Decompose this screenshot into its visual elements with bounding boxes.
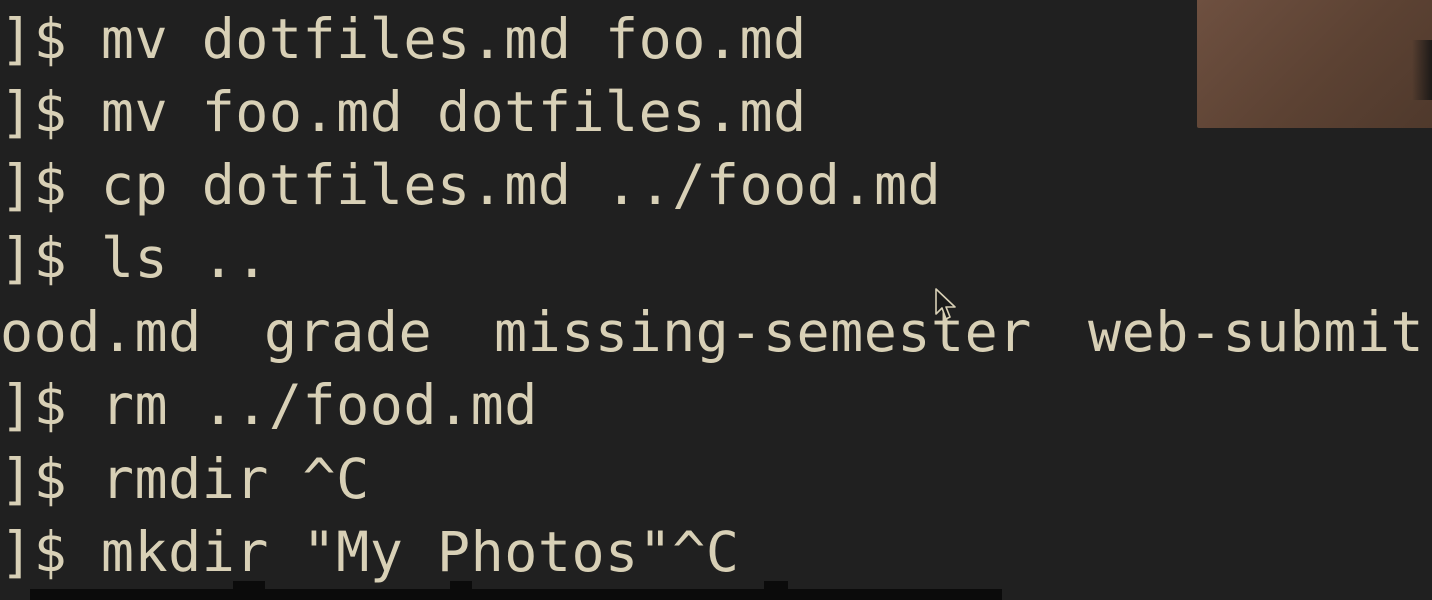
- terminal-line: ]$ mkdir "My Photos"^C: [0, 516, 740, 588]
- mouse-pointer-icon: [935, 288, 956, 320]
- terminal-line: ]$ cp dotfiles.md ../food.md: [0, 149, 941, 221]
- prompt-symbol: ]$: [0, 226, 68, 290]
- prompt-symbol: ]$: [0, 373, 68, 437]
- prompt-symbol: ]$: [0, 80, 68, 144]
- ls-output-item: web-submit: [1088, 300, 1425, 364]
- terminal-line: ]$ rm ../food.md: [0, 369, 538, 441]
- ls-output-item: grade: [264, 300, 433, 364]
- terminal-line: ]$ rmdir ^C: [0, 443, 370, 515]
- ls-output-row: ood.md grade missing-semester web-submit: [0, 296, 1432, 368]
- prompt-symbol: ]$: [0, 447, 68, 511]
- prompt-symbol: ]$: [0, 7, 68, 71]
- webcam-overlay: [1197, 0, 1432, 128]
- terminal-line: ]$ mv dotfiles.md foo.md: [0, 3, 807, 75]
- command-text: ls ..: [100, 226, 269, 290]
- caption-bar: [30, 581, 1002, 600]
- webcam-shadow: [1412, 40, 1432, 100]
- command-text: rm ../food.md: [100, 373, 538, 437]
- command-text: mv foo.md dotfiles.md: [100, 80, 807, 144]
- terminal-line: ]$ mv foo.md dotfiles.md: [0, 76, 807, 148]
- command-text: mkdir "My Photos"^C: [100, 520, 740, 584]
- command-text: rmdir ^C: [100, 447, 370, 511]
- ls-output-item: ood.md: [0, 300, 202, 364]
- command-text: mv dotfiles.md foo.md: [100, 7, 807, 71]
- terminal-line: ]$ ls ..: [0, 222, 269, 294]
- caption-fragment: [450, 581, 472, 589]
- prompt-symbol: ]$: [0, 153, 68, 217]
- caption-fragment: [764, 581, 788, 589]
- caption-fragment: [233, 581, 265, 589]
- prompt-symbol: ]$: [0, 520, 68, 584]
- command-text: cp dotfiles.md ../food.md: [100, 153, 942, 217]
- terminal-window[interactable]: ]$ mv dotfiles.md foo.md ]$ mv foo.md do…: [0, 0, 1432, 600]
